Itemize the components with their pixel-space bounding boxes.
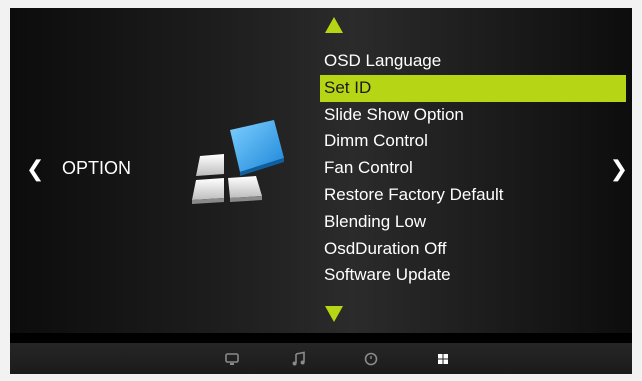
- menu-item-software-update[interactable]: Software Update: [320, 262, 626, 289]
- menu-item-osd-duration-off[interactable]: OsdDuration Off: [320, 236, 626, 263]
- menu-item-osd-language[interactable]: OSD Language: [320, 48, 626, 75]
- chevron-left-icon[interactable]: ❮: [26, 158, 44, 180]
- menu-item-restore-factory-default[interactable]: Restore Factory Default: [320, 182, 626, 209]
- category-label: OPTION: [62, 158, 132, 178]
- osd-screen: ❮ OPTION OSD Language Set ID Slide Show …: [10, 8, 632, 374]
- triangle-up-icon[interactable]: [324, 16, 344, 34]
- chevron-right-icon[interactable]: ❯: [610, 158, 628, 180]
- clock-icon[interactable]: [363, 351, 379, 367]
- bottom-tab-bar: [10, 343, 632, 374]
- triangle-down-icon[interactable]: [324, 305, 344, 323]
- menu-item-fan-control[interactable]: Fan Control: [320, 155, 626, 182]
- picture-icon[interactable]: [224, 351, 240, 367]
- menu-item-dimm-control[interactable]: Dimm Control: [320, 128, 626, 155]
- menu-panel: ❮ OPTION OSD Language Set ID Slide Show …: [10, 8, 632, 333]
- menu-item-blending-low[interactable]: Blending Low: [320, 209, 626, 236]
- option-menu-list: OSD Language Set ID Slide Show Option Di…: [320, 48, 626, 289]
- option-grid-icon[interactable]: [435, 351, 451, 367]
- menu-item-slide-show-option[interactable]: Slide Show Option: [320, 102, 626, 129]
- option-tiles-icon: [192, 120, 284, 204]
- menu-item-set-id[interactable]: Set ID: [320, 74, 626, 102]
- music-note-icon[interactable]: [291, 351, 307, 367]
